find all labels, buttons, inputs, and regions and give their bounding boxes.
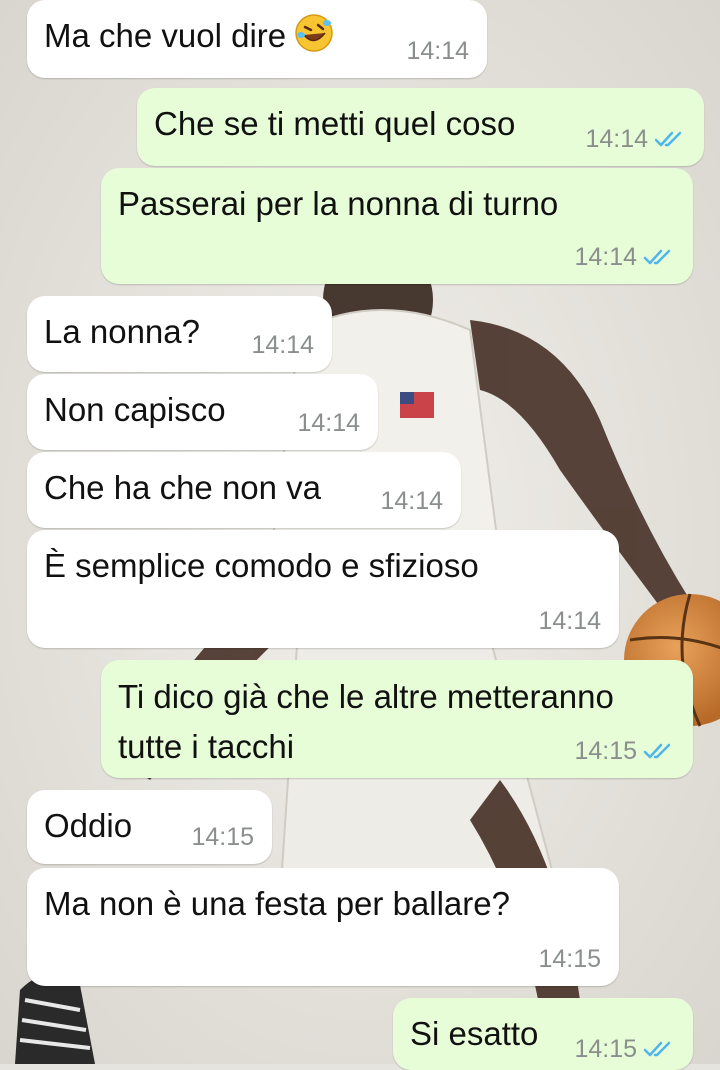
message-line: tutte i tacchi [118,728,295,765]
message-meta: 14:15 [538,944,601,974]
message-time: 14:15 [538,945,601,973]
double-check-read-icon [643,743,671,759]
message-bubble-outgoing[interactable]: Passerai per la nonna di turno 14:14 [101,168,693,284]
message-meta: 14:14 [380,486,443,516]
message-bubble-incoming[interactable]: Che ha che non va 14:14 [27,452,461,528]
double-check-read-icon [654,131,682,147]
message-meta: 14:14 [297,408,360,438]
message-time: 14:15 [574,1035,637,1063]
message-bubble-incoming[interactable]: La nonna? 14:14 [27,296,332,372]
message-meta: 14:14 [538,606,601,636]
double-check-read-icon [643,249,671,265]
chat-thread: Ma che vuol dire 14:14 Che se ti metti q… [0,0,720,1070]
message-text: È semplice comodo e sfizioso [44,547,479,584]
message-text: Che se ti metti quel coso [154,105,516,142]
message-meta: 14:14 [251,330,314,360]
message-meta: 14:14 [574,242,675,272]
message-text: Passerai per la nonna di turno [118,185,559,222]
message-bubble-incoming[interactable]: Ma che vuol dire 14:14 [27,0,487,78]
message-bubble-incoming[interactable]: È semplice comodo e sfizioso 14:14 [27,530,619,648]
double-check-read-icon [643,1041,671,1057]
message-text: Ma che vuol dire [44,12,334,59]
message-time: 14:15 [191,823,254,851]
message-bubble-incoming[interactable]: Ma non è una festa per ballare? 14:15 [27,868,619,986]
message-text: Si esatto [410,1015,539,1052]
message-time: 14:14 [585,125,648,153]
message-text: Che ha che non va [44,469,322,506]
message-text: Oddio [44,807,133,844]
message-time: 14:15 [574,737,637,765]
message-bubble-outgoing[interactable]: Che se ti metti quel coso 14:14 [137,88,704,166]
message-meta: 14:15 [574,1034,675,1064]
message-text: Non capisco [44,391,226,428]
message-meta: 14:15 [574,736,675,766]
message-meta: 14:15 [191,822,254,852]
message-time: 14:14 [251,331,314,359]
message-text: La nonna? [44,313,200,350]
message-bubble-outgoing[interactable]: Si esatto 14:15 [393,998,693,1070]
rolling-on-floor-laughing-icon [295,14,333,52]
message-bubble-incoming[interactable]: Oddio 14:15 [27,790,272,864]
message-meta: 14:14 [406,36,469,66]
message-time: 14:14 [406,37,469,65]
message-text: Ma non è una festa per ballare? [44,885,510,922]
message-bubble-incoming[interactable]: Non capisco 14:14 [27,374,378,450]
message-time: 14:14 [538,607,601,635]
message-bubble-outgoing[interactable]: Ti dico già che le altre metteranno tutt… [101,660,693,778]
message-time: 14:14 [297,409,360,437]
message-time: 14:14 [574,243,637,271]
message-line: Ti dico già che le altre metteranno [118,678,614,715]
message-text: Ti dico già che le altre metteranno tutt… [118,672,614,772]
message-meta: 14:14 [585,124,686,154]
message-time: 14:14 [380,487,443,515]
